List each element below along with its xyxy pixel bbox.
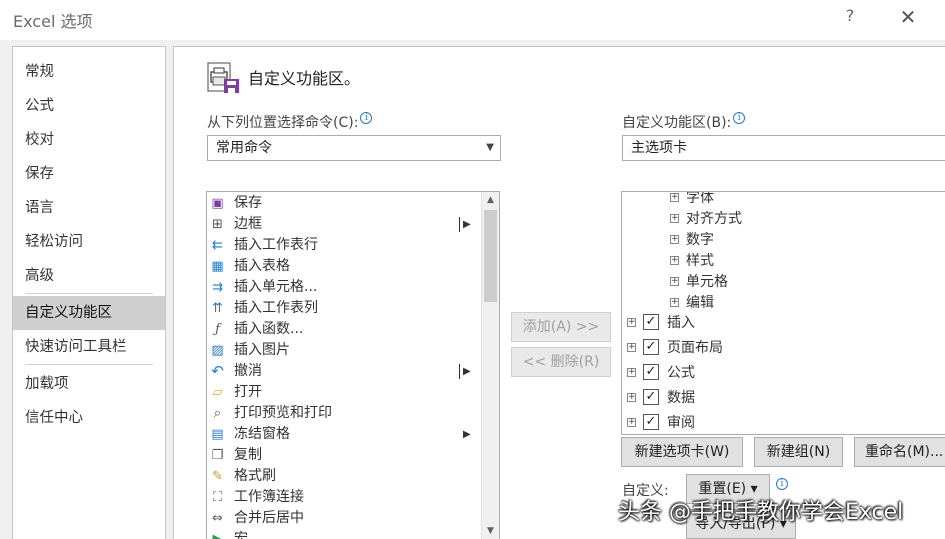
list-item[interactable]: ▶ 宏 <box>207 529 479 539</box>
customize-ribbon-icon <box>207 62 239 93</box>
checkbox-checked[interactable]: ✓ <box>643 364 659 380</box>
commands-scrollbar[interactable]: ▲ ▼ <box>481 192 499 539</box>
connections-icon: ⛶ <box>212 490 223 505</box>
list-item[interactable]: ⇇ 插入工作表行 <box>207 235 479 256</box>
nav-item-quick-access-toolbar[interactable]: 快速访问工具栏 <box>13 330 165 364</box>
submenu-divider <box>459 217 460 232</box>
dialog-body: 常规 公式 校对 保存 语言 轻松访问 高级 自定义功能区 快速访问工具栏 加载… <box>0 40 945 539</box>
expand-icon[interactable]: + <box>627 418 636 427</box>
nav-item-advanced[interactable]: 高级 <box>13 259 165 293</box>
list-item[interactable]: ❐ 复制 <box>207 445 479 466</box>
new-group-button[interactable]: 新建组(N) <box>754 437 843 467</box>
folder-icon: ▱ <box>212 385 223 400</box>
choose-commands-value: 常用命令 <box>216 140 272 156</box>
customize-ribbon-value: 主选项卡 <box>631 140 687 156</box>
rename-button[interactable]: 重命名(M)... <box>854 437 945 467</box>
list-item[interactable]: ▱ 打开 <box>207 382 479 403</box>
insert-rows-icon: ⇇ <box>212 238 223 253</box>
options-nav: 常规 公式 校对 保存 语言 轻松访问 高级 自定义功能区 快速访问工具栏 加载… <box>12 46 166 539</box>
list-item[interactable]: ⛶ 工作簿连接 <box>207 487 479 508</box>
nav-item-accessibility[interactable]: 轻松访问 <box>13 225 165 259</box>
list-item[interactable]: ▦ 插入表格 <box>207 256 479 277</box>
info-icon: i <box>776 478 788 490</box>
expand-icon[interactable]: + <box>670 214 679 223</box>
info-icon: i <box>360 112 373 124</box>
expand-icon[interactable]: + <box>670 277 679 286</box>
choose-commands-label: 从下列位置选择命令(C): i <box>207 112 373 132</box>
window-title: Excel 选项 <box>13 12 93 31</box>
expand-icon[interactable]: + <box>627 368 636 377</box>
list-item[interactable]: ▤ 冻结窗格 ▶ <box>207 424 479 445</box>
insert-cells-icon: ⇉ <box>212 280 223 295</box>
nav-item-proofing[interactable]: 校对 <box>13 123 165 157</box>
submenu-arrow-icon: ▶ <box>463 219 471 230</box>
checkbox-checked[interactable]: ✓ <box>643 389 659 405</box>
insert-table-icon: ▦ <box>211 259 224 274</box>
nav-item-save[interactable]: 保存 <box>13 157 165 191</box>
copy-icon: ❐ <box>211 448 224 463</box>
customize-ribbon-dropdown[interactable]: 主选项卡 <box>622 135 945 161</box>
nav-divider <box>25 293 153 294</box>
content-panel: 自定义功能区。 从下列位置选择命令(C): i 常用命令 ▼ 自定义功能区(B):… <box>173 46 945 539</box>
choose-commands-dropdown[interactable]: 常用命令 ▼ <box>207 135 501 161</box>
title-bar: Excel 选项 ? ✕ <box>0 0 945 40</box>
list-item[interactable]: ▨ 插入图片 <box>207 340 479 361</box>
submenu-arrow-icon: ▶ <box>463 429 471 440</box>
new-tab-button[interactable]: 新建选项卡(W) <box>621 437 743 467</box>
list-item[interactable]: ▣ 保存 <box>207 193 479 214</box>
expand-icon[interactable]: + <box>670 256 679 265</box>
picture-icon: ▨ <box>211 343 224 358</box>
list-item[interactable]: ⇈ 插入工作表列 <box>207 298 479 319</box>
expand-icon[interactable]: + <box>670 298 679 307</box>
expand-icon[interactable]: + <box>627 343 636 352</box>
list-item[interactable]: ⇔ 合并后居中 <box>207 508 479 529</box>
nav-item-language[interactable]: 语言 <box>13 191 165 225</box>
print-preview-icon: ⌕ <box>213 406 222 421</box>
scroll-up-icon[interactable]: ▲ <box>482 192 499 209</box>
scroll-down-icon[interactable]: ▼ <box>482 523 499 539</box>
macro-icon: ▶ <box>209 531 226 539</box>
undo-icon: ↶ <box>211 362 224 380</box>
checkbox-checked[interactable]: ✓ <box>643 339 659 355</box>
list-item[interactable]: ⊞ 边框 ▶ <box>207 214 479 235</box>
list-item[interactable]: ƒ 插入函数... <box>207 319 479 340</box>
commands-list[interactable]: ▣ 保存 ⊞ 边框 ▶ ⇇ 插入工作表行 ▦ 插入表格 ⇉ 插入单元格... ⇈… <box>206 191 500 539</box>
info-icon: i <box>733 112 746 124</box>
list-item[interactable]: ⌕ 打印预览和打印 <box>207 403 479 424</box>
add-button[interactable]: 添加(A) >> <box>511 312 611 342</box>
nav-item-general[interactable]: 常规 <box>13 55 165 89</box>
list-item[interactable]: ✎ 格式刷 <box>207 466 479 487</box>
list-item[interactable]: ↶ 撤消 ▶ <box>207 361 479 382</box>
help-button[interactable]: ? <box>840 6 860 30</box>
submenu-arrow-icon: ▶ <box>463 366 471 377</box>
nav-item-trust-center[interactable]: 信任中心 <box>13 401 165 435</box>
close-button[interactable]: ✕ <box>894 4 922 32</box>
nav-divider <box>25 364 153 365</box>
checkbox-checked[interactable]: ✓ <box>643 414 659 430</box>
scroll-thumb[interactable] <box>484 210 497 302</box>
checkbox-checked[interactable]: ✓ <box>643 314 659 330</box>
insert-columns-icon: ⇈ <box>212 301 223 316</box>
save-icon: ▣ <box>211 196 224 211</box>
submenu-divider <box>459 364 460 379</box>
nav-item-formulas[interactable]: 公式 <box>13 89 165 123</box>
ribbon-tree[interactable]: + 字体 + 对齐方式 + 数字 + 样式 + 单元格 + 编辑 + ✓ 插入 … <box>621 191 945 435</box>
customize-ribbon-label: 自定义功能区(B): i <box>622 112 746 132</box>
chevron-down-icon: ▼ <box>486 142 494 153</box>
remove-button[interactable]: << 删除(R) <box>511 347 611 377</box>
expand-icon[interactable]: + <box>670 235 679 244</box>
page-heading: 自定义功能区。 <box>248 69 361 88</box>
merge-center-icon: ⇔ <box>212 511 223 526</box>
borders-icon: ⊞ <box>212 217 223 232</box>
nav-item-customize-ribbon[interactable]: 自定义功能区 <box>13 296 165 330</box>
expand-icon[interactable]: + <box>627 393 636 402</box>
freeze-panes-icon: ▤ <box>211 427 224 442</box>
list-item[interactable]: ⇉ 插入单元格... <box>207 277 479 298</box>
watermark-text: 头条 @手把手教你学会Excel <box>618 500 904 525</box>
nav-item-add-ins[interactable]: 加载项 <box>13 367 165 401</box>
expand-icon[interactable]: + <box>670 193 679 202</box>
expand-icon[interactable]: + <box>627 318 636 327</box>
function-icon: ƒ <box>215 322 220 337</box>
format-painter-icon: ✎ <box>212 469 223 484</box>
